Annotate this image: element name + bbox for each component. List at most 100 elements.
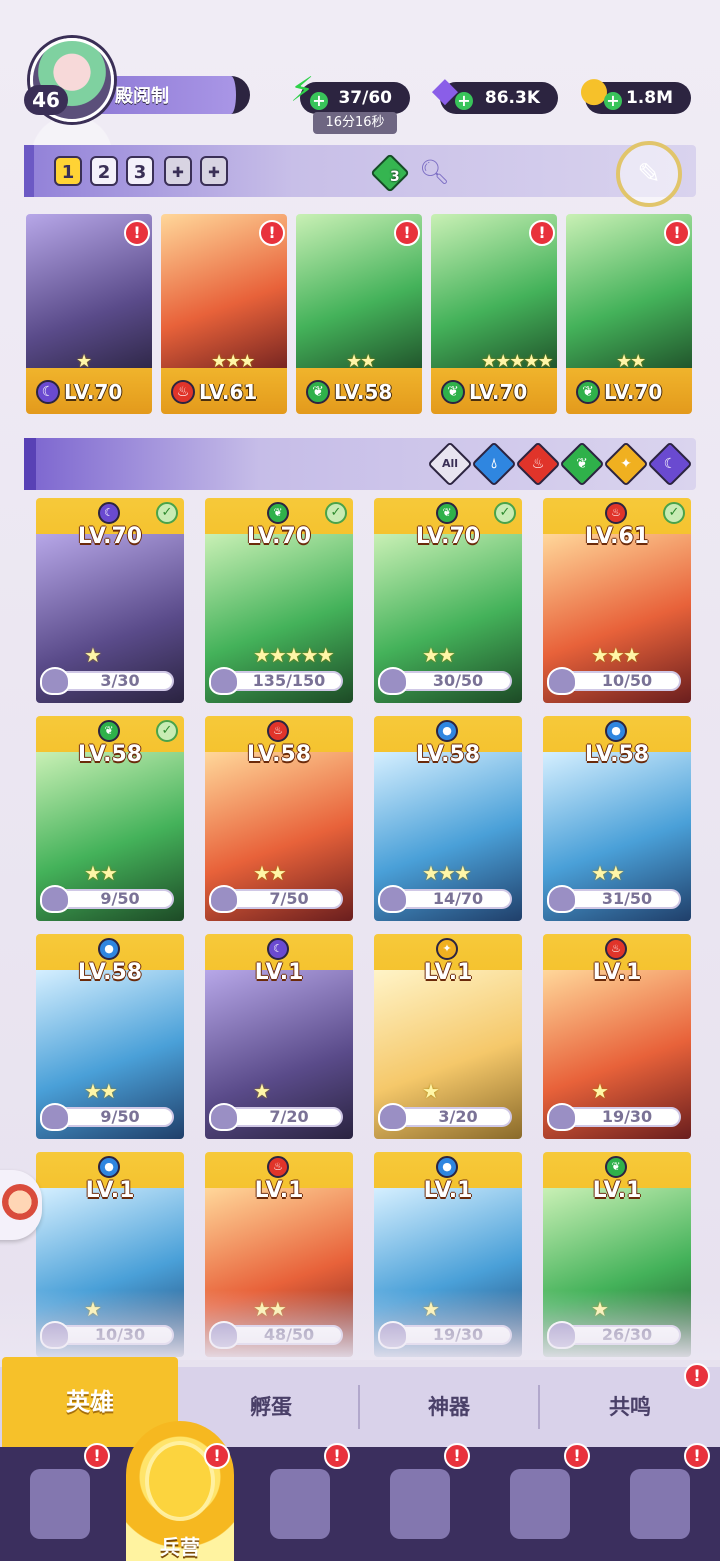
hero-card[interactable]: ♨ ✓ LV.61 ★★★ 10/50: [543, 498, 691, 703]
filter-all-label: All: [441, 457, 459, 470]
team-slot[interactable]: ❦ LV.70 ★★ !: [566, 214, 692, 414]
filter-bar-edge: [24, 438, 36, 490]
hero-level: LV.1: [254, 960, 304, 985]
upgrade-alert-icon: !: [124, 220, 150, 246]
hero-level: LV.58: [584, 742, 650, 767]
slot-level: LV.70: [604, 380, 663, 404]
slot-level: LV.61: [199, 380, 258, 404]
team-tab-2[interactable]: 2: [90, 156, 118, 186]
mushroom-icon: [510, 1469, 570, 1539]
gems-value: 86.3K: [484, 88, 540, 108]
cards-alert-icon: !: [84, 1443, 110, 1469]
hero-card[interactable]: ● LV.58 ★★ 31/50: [543, 716, 691, 921]
team-slot[interactable]: ❦ LV.58 ★★ !: [296, 214, 422, 414]
gems-plus-icon[interactable]: +: [455, 92, 473, 110]
star-rating: ★★: [422, 643, 456, 667]
flame-icon: ♨: [531, 456, 545, 472]
filter-all-button[interactable]: All: [427, 441, 473, 487]
element-gem-counter[interactable]: 3: [370, 153, 424, 193]
star-rating: ★★★★★: [253, 643, 335, 667]
team-slot[interactable]: ☾ LV.70 ★ !: [26, 214, 152, 414]
nav-cards[interactable]: !: [0, 1443, 120, 1561]
filter-light-button[interactable]: ✦: [603, 441, 649, 487]
nature-element-icon: ❦: [306, 380, 330, 404]
resonance-alert-icon: !: [684, 1363, 710, 1389]
sub-tabs: 英雄 孵蛋 神器 共鸣 !: [0, 1357, 720, 1447]
fire-element-icon: ♨: [605, 502, 627, 524]
filter-dark-button[interactable]: ☾: [647, 441, 693, 487]
water-drop-icon: 💧︎: [491, 456, 497, 472]
hero-level: LV.70: [246, 524, 312, 549]
gold-plus-icon[interactable]: +: [604, 92, 622, 110]
star-rating: ★: [253, 1079, 271, 1103]
magnifier-icon[interactable]: 🔍︎: [419, 157, 449, 187]
filter-water-button[interactable]: 💧︎: [471, 441, 517, 487]
star-rating: ★: [84, 643, 102, 667]
hero-card[interactable]: ❦ ✓ LV.70 ★★★★★ 135/150: [205, 498, 353, 703]
element-filter-bar: All 💧︎ ♨ ❦ ✦ ☾: [24, 438, 696, 490]
nav-map[interactable]: !: [240, 1443, 360, 1561]
shard-count: 3/30: [100, 671, 140, 690]
banner-icon: [630, 1469, 690, 1539]
shard-count: 9/50: [100, 1107, 140, 1126]
map-icon: [270, 1469, 330, 1539]
nature-element-icon: ❦: [605, 1156, 627, 1178]
hero-card[interactable]: ☾ ✓ LV.70 ★ 3/30: [36, 498, 184, 703]
nav-guild[interactable]: !: [480, 1443, 600, 1561]
energy-plus-icon[interactable]: +: [310, 92, 328, 110]
hero-card[interactable]: ❦ ✓ LV.58 ★★ 9/50: [36, 716, 184, 921]
star-rating: ★★★: [211, 351, 255, 372]
add-team-button-1[interactable]: ✚: [164, 156, 192, 186]
team-tab-1[interactable]: 1: [54, 156, 82, 186]
shard-count: 135/150: [252, 671, 326, 690]
hero-card[interactable]: ☾ LV.1 ★ 7/20: [205, 934, 353, 1139]
water-element-icon: ●: [98, 938, 120, 960]
filter-nature-button[interactable]: ❦: [559, 441, 605, 487]
guild-alert-icon: !: [564, 1443, 590, 1469]
check-icon: ✓: [494, 502, 516, 524]
hero-level: LV.58: [246, 742, 312, 767]
map-alert-icon: !: [324, 1443, 350, 1469]
team-tab-3[interactable]: 3: [126, 156, 154, 186]
add-team-button-2[interactable]: ✚: [200, 156, 228, 186]
star-rating: ★★: [253, 861, 287, 885]
hero-card[interactable]: ♨ LV.1 ★ 19/30: [543, 934, 691, 1139]
star-rating: ★★★: [591, 643, 641, 667]
hero-level: LV.58: [415, 742, 481, 767]
shard-count: 7/20: [269, 1107, 309, 1126]
nav-barracks-label: 兵营: [160, 1535, 200, 1559]
dark-element-icon: ☾: [267, 938, 289, 960]
hero-level: LV.70: [77, 524, 143, 549]
water-element-icon: ●: [605, 720, 627, 742]
shard-count: 3/20: [438, 1107, 478, 1126]
water-element-icon: ●: [436, 1156, 458, 1178]
nav-barracks[interactable]: 兵营 !: [120, 1421, 240, 1561]
cards-icon: [30, 1469, 90, 1539]
hero-card[interactable]: ❦ ✓ LV.70 ★★ 30/50: [374, 498, 522, 703]
top-bar: 46 殿阅制 37/60 ⚡ + 16分16秒 86.3K ◆ + 1.8M ●…: [0, 30, 720, 140]
gold-value: 1.8M: [625, 88, 673, 108]
team-slot[interactable]: ♨ LV.61 ★★★ !: [161, 214, 287, 414]
nature-element-icon: ❦: [436, 502, 458, 524]
hero-card[interactable]: ♨ LV.58 ★★ 7/50: [205, 716, 353, 921]
filter-fire-button[interactable]: ♨: [515, 441, 561, 487]
player-level: 46: [24, 85, 68, 115]
upgrade-alert-icon: !: [664, 220, 690, 246]
tab-artifacts[interactable]: 神器: [360, 1367, 538, 1447]
castle-alert-icon: !: [444, 1443, 470, 1469]
hero-grid: ☾ ✓ LV.70 ★ 3/30 ❦ ✓ LV.70 ★★★★★ 135/150…: [0, 498, 720, 1357]
hero-card[interactable]: ● LV.58 ★★ 9/50: [36, 934, 184, 1139]
hero-card[interactable]: ✦ LV.1 ★ 3/20: [374, 934, 522, 1139]
light-element-icon: ✦: [436, 938, 458, 960]
edit-team-button[interactable]: ✎: [616, 141, 682, 207]
star-rating: ★★: [616, 351, 646, 372]
team-bar: 1 2 3 ✚ ✚ 3 🔍︎ ✎: [24, 141, 696, 207]
team-slot[interactable]: ❦ LV.70 ★★★★★ !: [431, 214, 557, 414]
hero-level: LV.1: [423, 1178, 473, 1203]
check-icon: ✓: [325, 502, 347, 524]
castle-icon: [390, 1469, 450, 1539]
hero-card[interactable]: ● LV.58 ★★★ 14/70: [374, 716, 522, 921]
nav-castle[interactable]: !: [360, 1443, 480, 1561]
water-element-icon: ●: [98, 1156, 120, 1178]
nav-banner[interactable]: !: [600, 1443, 720, 1561]
